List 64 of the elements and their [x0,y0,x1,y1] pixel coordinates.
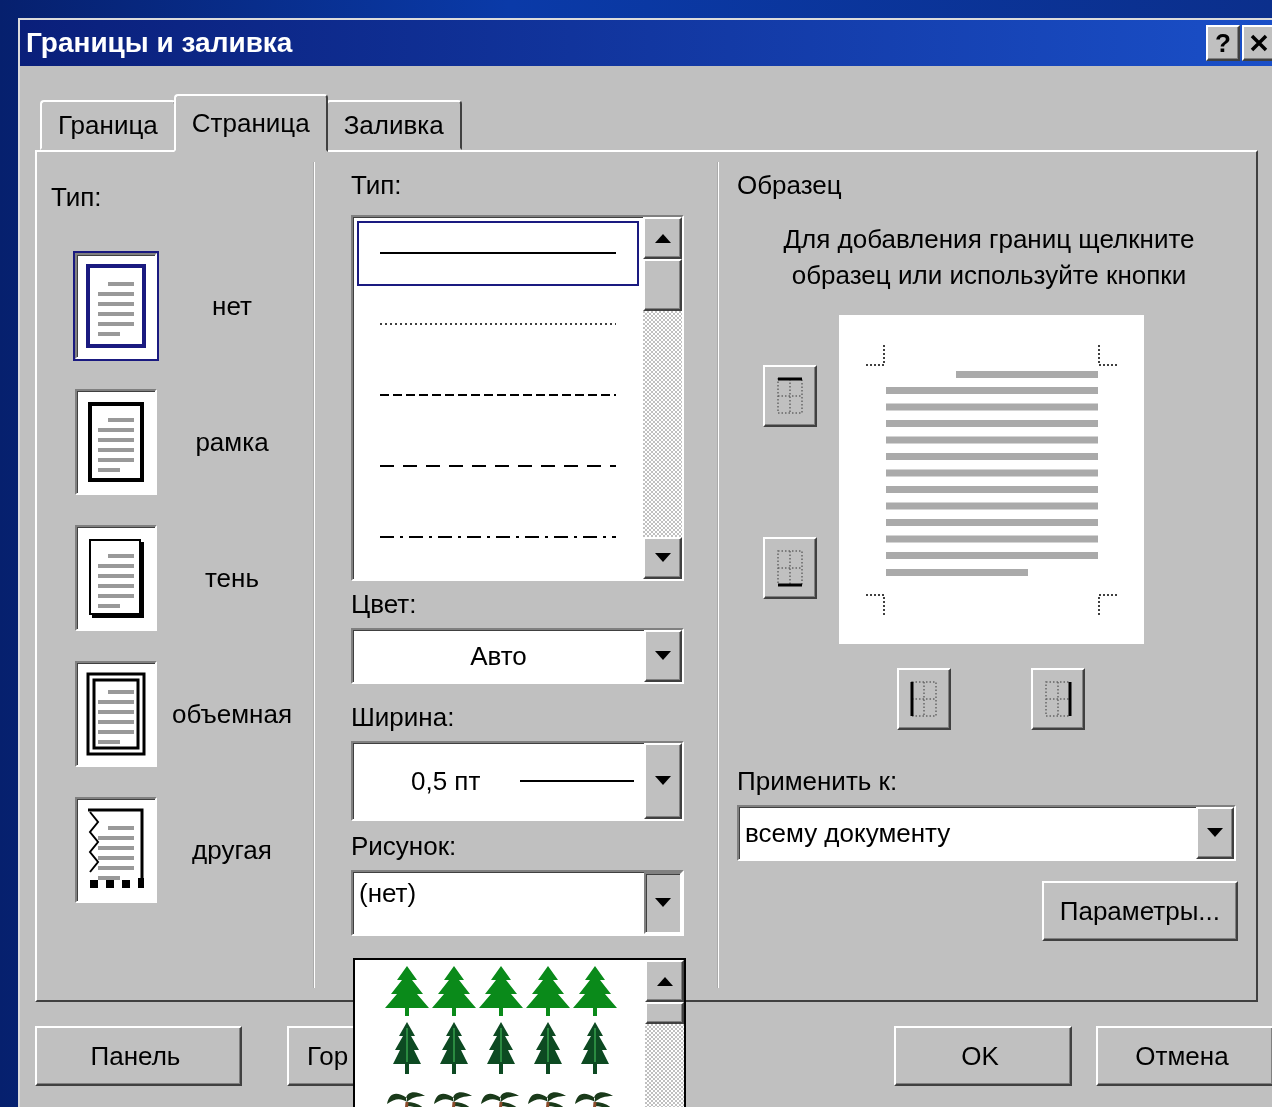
page-border-icon [86,264,146,348]
scroll-up-icon [656,976,673,986]
art-label: Рисунок: [351,831,458,862]
line-sample-icon [380,463,616,468]
setting-label: другая [191,834,273,866]
tab[interactable]: Страница [173,94,328,152]
width-dropdown[interactable]: 0,5 пт [351,741,684,821]
options-button[interactable]: Параметры... [1041,881,1238,941]
scroll-up-button[interactable] [643,217,682,259]
scroll-up-button[interactable] [645,960,684,1002]
setting-label: объемная [171,698,293,730]
window-title: Границы и заливка [26,27,293,59]
page-border-icon [86,400,146,484]
setting-option[interactable] [75,253,157,359]
help-button[interactable]: ? [1206,25,1240,61]
style-label: Тип: [351,170,403,201]
setting-option[interactable] [75,661,157,767]
apply-to-dropdown[interactable]: всему документу [737,805,1236,861]
line-sample-icon [380,251,616,256]
close-icon [1249,33,1269,53]
color-dropdown[interactable]: Авто [351,628,684,684]
tab[interactable]: Заливка [325,100,462,150]
setting-label: Тип: [51,182,103,213]
border-toggle-button[interactable] [763,365,817,427]
close-button[interactable] [1242,25,1272,61]
dropdown-arrow-icon [655,776,671,786]
setting-option[interactable] [75,389,157,495]
color-label: Цвет: [351,589,418,620]
art-dropdown[interactable]: (нет) [351,870,684,936]
border-toggle-button[interactable] [897,668,951,730]
setting-label: рамка [194,426,270,458]
preview-title: Образец [737,170,843,201]
scroll-up-icon [654,233,671,243]
line-sample-icon [380,534,616,539]
scroll-down-button[interactable] [643,537,682,579]
dropdown-arrow-icon [1207,828,1223,838]
setting-option[interactable] [75,525,157,631]
dropdown-arrow-icon [654,553,671,563]
page-border-icon [86,672,146,756]
width-label: Ширина: [351,702,456,733]
preview-hint: Для добавления границ щелкните образец или используйте кнопки [782,223,1196,292]
dropdown-arrow-icon [655,898,671,908]
scrollbar[interactable] [643,217,682,579]
footer-button[interactable]: Отмена [1096,1026,1272,1086]
tab[interactable]: Граница [40,100,176,150]
page-border-icon [86,536,146,620]
line-sample-icon [380,393,616,397]
scrollbar[interactable] [645,960,684,1107]
dropdown-button[interactable] [644,872,682,934]
line-style-list[interactable] [351,215,684,581]
setting-label: тень [204,562,260,594]
footer-button[interactable]: OK [894,1026,1072,1086]
dropdown-arrow-icon [655,651,671,661]
footer-button[interactable]: Панель [35,1026,242,1086]
setting-option[interactable] [75,797,157,903]
border-toggle-button[interactable] [1031,668,1085,730]
line-sample-icon [380,322,616,327]
scroll-thumb[interactable] [643,259,682,311]
line-sample-icon [520,779,635,783]
line-style-option[interactable] [357,221,639,286]
apply-to-label: Применить к: [737,766,899,797]
scroll-thumb[interactable] [645,1002,684,1024]
setting-label: нет [211,290,253,322]
border-toggle-button[interactable] [763,537,817,599]
